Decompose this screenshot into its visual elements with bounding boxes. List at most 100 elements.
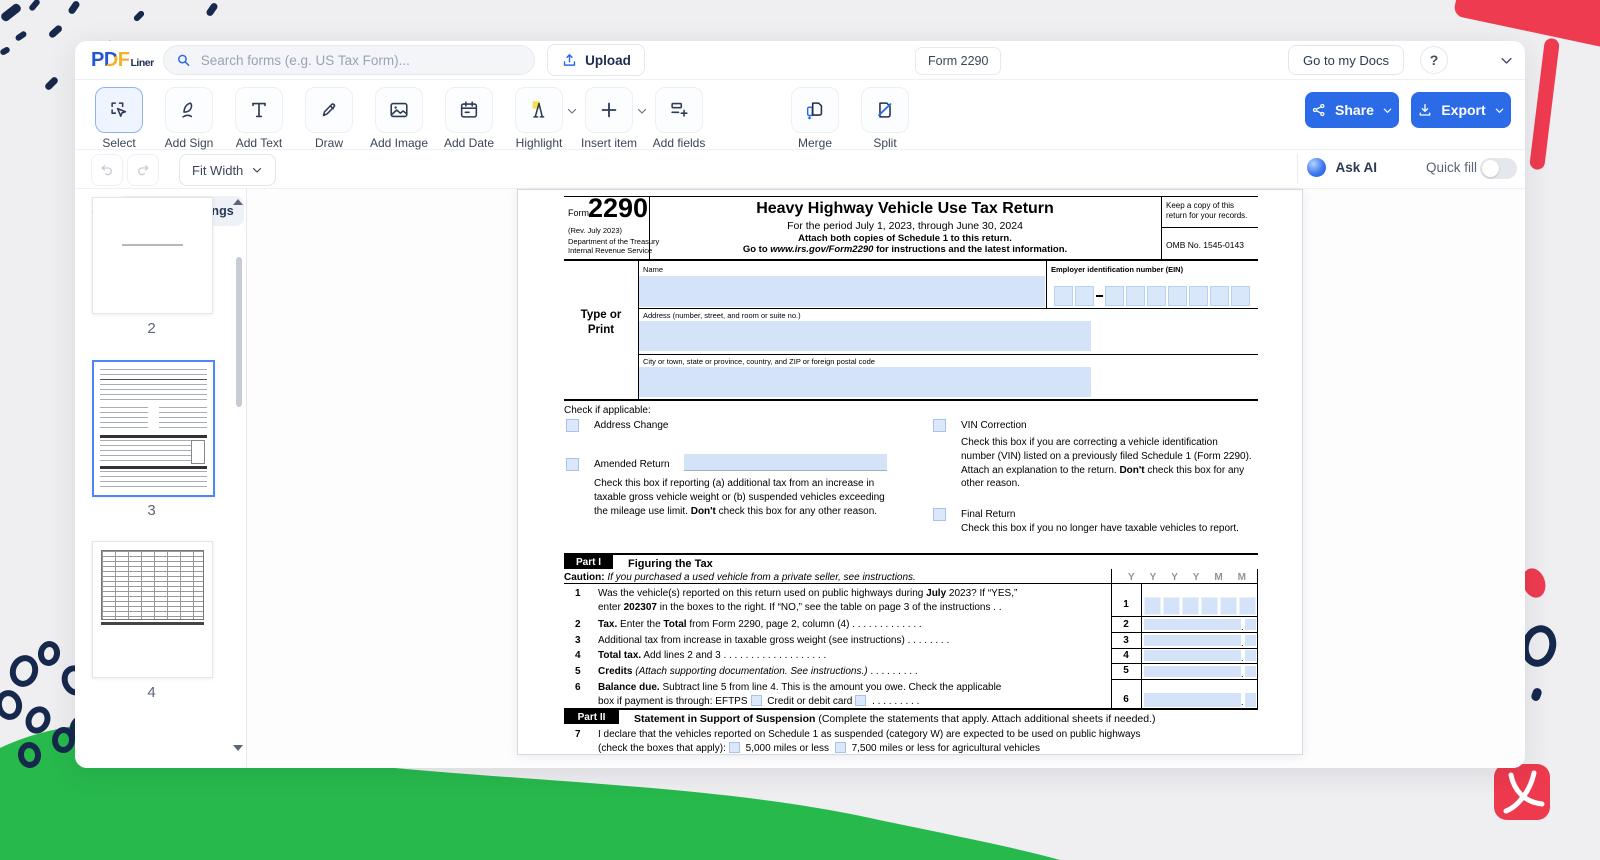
share-button[interactable]: Share	[1305, 92, 1399, 128]
line2-text: Tax. Enter the Total from Form 2290, pag…	[598, 618, 1110, 632]
inline-checkbox[interactable]	[855, 695, 866, 706]
search-input[interactable]	[199, 52, 522, 69]
line5-amount-field[interactable]	[1144, 666, 1241, 677]
add-fields-icon	[668, 99, 690, 121]
tool-add-sign[interactable]: Add Sign	[165, 87, 213, 133]
form-irs: Internal Revenue Service	[568, 246, 652, 255]
form-number: 2290	[588, 194, 648, 222]
quick-fill-toggle[interactable]	[1480, 158, 1517, 179]
redo-icon	[135, 162, 151, 178]
keep-copy-note: Keep a copy of this return for your reco…	[1166, 201, 1254, 221]
page-thumbnail-3[interactable]	[92, 360, 215, 497]
sidebar-scrollbar-thumb[interactable]	[236, 257, 242, 407]
line4-amount-field[interactable]	[1144, 650, 1241, 661]
ein-digit-box[interactable]	[1231, 286, 1250, 306]
undo-button[interactable]	[91, 154, 123, 186]
decoration-doodle	[0, 2, 22, 23]
line-number: 5	[575, 665, 581, 679]
form-2290-page: Form 2290 (Rev. July 2023) Department of…	[517, 189, 1303, 755]
address-field[interactable]	[639, 321, 1091, 351]
tool-merge[interactable]: Merge	[791, 87, 839, 133]
line2-cents-field[interactable]	[1245, 619, 1256, 630]
help-button[interactable]: ?	[1420, 46, 1448, 74]
search-icon	[176, 52, 191, 68]
amended-return-field[interactable]	[684, 454, 887, 471]
line3-row-number: 3	[1111, 635, 1141, 646]
inline-checkbox[interactable]	[751, 695, 762, 706]
upload-button[interactable]: Upload	[547, 44, 645, 76]
ein-digit-box[interactable]	[1189, 286, 1208, 306]
tool-add-text[interactable]: Add Text	[235, 87, 283, 133]
page-thumbnail-4[interactable]	[92, 541, 213, 678]
inline-checkbox[interactable]	[729, 742, 740, 753]
tool-split[interactable]: Split	[861, 87, 909, 133]
line1-date-boxes[interactable]	[1144, 597, 1256, 615]
decoration-doodle	[205, 2, 219, 17]
document-canvas[interactable]: Form 2290 (Rev. July 2023) Department of…	[247, 189, 1525, 768]
page-thumbnail-2[interactable]	[92, 197, 213, 314]
line5-row-number: 5	[1111, 665, 1141, 676]
export-button[interactable]: Export	[1411, 92, 1511, 128]
line3-cents-field[interactable]	[1245, 635, 1256, 646]
form-goto: Go to www.irs.gov/Form2290 for instructi…	[649, 244, 1161, 255]
ein-digit-box[interactable]	[1168, 286, 1187, 306]
highlight-chevron-icon[interactable]	[566, 105, 578, 117]
line6-cents-field[interactable]	[1245, 693, 1256, 707]
highlight-icon	[528, 99, 550, 121]
decoration-doodle	[14, 30, 27, 42]
omb-number: OMB No. 1545-0143	[1166, 238, 1244, 252]
tool-add-image[interactable]: Add Image	[375, 87, 423, 133]
ein-digit-box[interactable]	[1105, 286, 1124, 306]
ask-ai-button[interactable]: Ask AI	[1307, 158, 1377, 177]
insert-item-chevron-icon[interactable]	[636, 105, 648, 117]
final-return-checkbox[interactable]	[933, 508, 946, 521]
line5-cents-field[interactable]	[1245, 666, 1256, 677]
tool-insert-item[interactable]: Insert item	[585, 87, 633, 133]
city-label: City or town, state or province, country…	[643, 357, 875, 366]
ein-digit-box[interactable]	[1126, 286, 1145, 306]
line4-cents-field[interactable]	[1245, 650, 1256, 661]
ein-digit-box[interactable]	[1210, 286, 1229, 306]
redo-button[interactable]	[127, 154, 159, 186]
line2-amount-field[interactable]	[1144, 619, 1241, 630]
zoom-level-dropdown[interactable]: Fit Width	[179, 154, 276, 186]
tool-select[interactable]: Select	[95, 87, 143, 133]
vin-correction-description: Check this box if you are correcting a v…	[961, 436, 1253, 491]
line3-amount-field[interactable]	[1144, 635, 1241, 646]
scroll-up-arrow[interactable]	[233, 199, 243, 205]
line1-row-number: 1	[1111, 599, 1141, 610]
tool-draw[interactable]: Draw	[305, 87, 353, 133]
name-field[interactable]	[639, 276, 1045, 307]
city-field[interactable]	[639, 367, 1091, 397]
header-chevron-down-icon[interactable]	[1499, 53, 1514, 68]
add-sign-icon	[178, 99, 200, 121]
tool-add-date[interactable]: Add Date	[445, 87, 493, 133]
zoom-chevron-icon	[251, 164, 263, 176]
search-bar[interactable]	[163, 45, 535, 75]
editing-toolbar: Select Add Sign Add Text Draw Add Image …	[75, 80, 1525, 150]
tool-add-fields[interactable]: Add fields	[655, 87, 703, 133]
form-dept: Department of the Treasury	[568, 237, 659, 246]
part2-title: Statement in Support of Suspension	[634, 713, 815, 725]
address-change-checkbox[interactable]	[566, 419, 579, 432]
add-image-icon	[388, 99, 410, 121]
line6-row-number: 6	[1111, 694, 1141, 705]
pdf-reader-icon[interactable]	[1494, 764, 1550, 820]
tool-highlight[interactable]: Highlight	[515, 87, 563, 133]
line2-row-number: 2	[1111, 619, 1141, 630]
line1-text: Was the vehicle(s) reported on this retu…	[598, 587, 1110, 601]
inline-checkbox[interactable]	[835, 742, 846, 753]
form-revision: (Rev. July 2023)	[568, 226, 622, 235]
ein-digit-box[interactable]	[1147, 286, 1166, 306]
address-label: Address (number, street, and room or sui…	[643, 311, 801, 320]
thumbnail-preview	[191, 440, 205, 464]
pdfliner-logo[interactable]: PDFLiner	[91, 49, 154, 72]
ein-digit-box[interactable]	[1054, 286, 1073, 306]
scroll-down-arrow[interactable]	[233, 745, 243, 751]
go-to-docs-button[interactable]: Go to my Docs	[1288, 45, 1404, 75]
line6-amount-field[interactable]	[1144, 693, 1241, 707]
ein-dash	[1096, 295, 1103, 297]
amended-return-checkbox[interactable]	[566, 458, 579, 471]
vin-correction-checkbox[interactable]	[933, 419, 946, 432]
ein-digit-box[interactable]	[1075, 286, 1094, 306]
